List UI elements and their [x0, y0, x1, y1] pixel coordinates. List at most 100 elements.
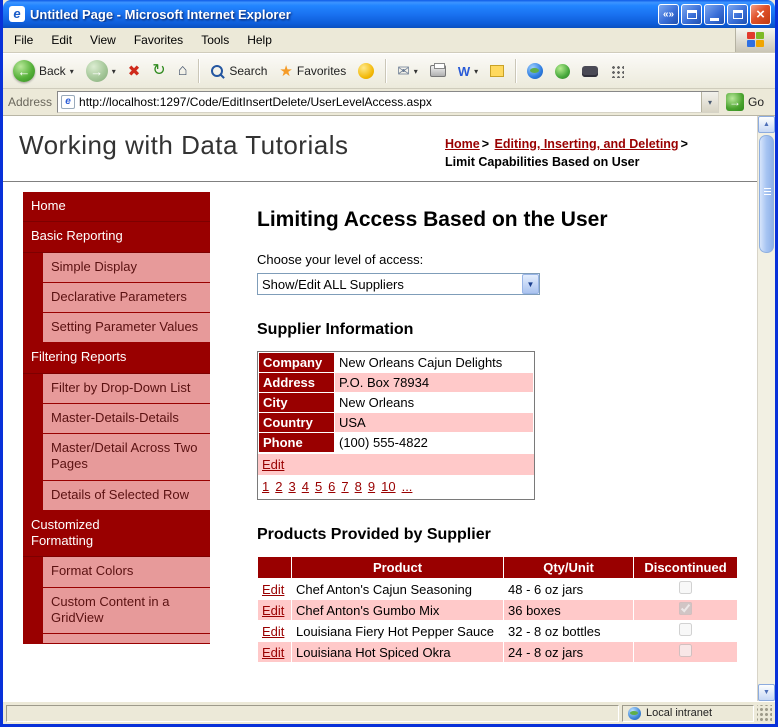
header-cell-qty: Qty/Unit — [503, 556, 634, 579]
discuss-button[interactable] — [485, 62, 509, 80]
breadcrumb: Home > Editing, Inserting, and Deleting > … — [445, 130, 747, 171]
forward-button[interactable]: → ▾ — [81, 57, 121, 85]
resize-grip[interactable] — [757, 704, 772, 722]
sidebar-item-filtering-reports[interactable]: Filtering Reports — [23, 343, 210, 374]
sidebar-item-master-details-details[interactable]: Master-Details-Details — [43, 403, 210, 434]
maximize-glyph — [732, 9, 743, 19]
standard-toolbar: ← Back ▾ → ▾ ✖ ↻ ⌂ Search ★ Favorites ✉ … — [3, 53, 775, 89]
menu-view[interactable]: View — [81, 29, 125, 51]
edit-link[interactable]: Edit — [262, 603, 284, 618]
products-table: Product Qty/Unit Discontinued Edit Chef … — [257, 556, 738, 663]
window-glyph — [686, 9, 697, 19]
scrollbar-thumb[interactable] — [759, 135, 774, 253]
toolbar-separator — [515, 59, 517, 83]
messenger-button[interactable] — [550, 61, 575, 82]
go-arrow-icon: → — [725, 93, 744, 111]
security-zone-panel: Local intranet — [622, 704, 754, 722]
menu-favorites[interactable]: Favorites — [125, 29, 192, 51]
browser-viewport: Working with Data Tutorials Home > Editin… — [3, 116, 775, 701]
access-level-value: Show/Edit ALL Suppliers — [262, 276, 404, 292]
edit-link[interactable]: Edit — [262, 645, 284, 660]
edit-link[interactable]: Edit — [262, 457, 284, 472]
vertical-scrollbar[interactable]: ▲ ▼ — [757, 116, 775, 701]
search-button[interactable]: Search — [205, 61, 272, 82]
refresh-icon: ↻ — [152, 62, 166, 79]
extra-window-button-chevrons[interactable]: «» — [658, 3, 679, 25]
sidebar-item-custom-content-gridview[interactable]: Custom Content in a GridView — [43, 587, 210, 634]
page-link-5[interactable]: 5 — [315, 479, 322, 494]
sidebar-item-format-colors[interactable]: Format Colors — [43, 557, 210, 588]
home-button[interactable]: ⌂ — [173, 60, 193, 82]
menu-tools[interactable]: Tools — [192, 29, 238, 51]
edit-link[interactable]: Edit — [262, 624, 284, 639]
sidebar-item-simple-display[interactable]: Simple Display — [43, 252, 210, 283]
page-link-3[interactable]: 3 — [288, 479, 295, 494]
forward-dropdown-icon[interactable]: ▾ — [112, 67, 116, 76]
page-link-2[interactable]: 2 — [275, 479, 282, 494]
media-button[interactable] — [353, 60, 379, 82]
extra-window-button[interactable] — [681, 3, 702, 25]
minimize-button[interactable] — [704, 3, 725, 25]
sidebar-item-basic-reporting[interactable]: Basic Reporting — [23, 222, 210, 253]
product-name-cell: Chef Anton's Cajun Seasoning — [291, 578, 504, 600]
scroll-down-button[interactable]: ▼ — [758, 684, 775, 701]
print-button[interactable] — [425, 62, 451, 80]
field-value-cell: New Orleans — [334, 392, 534, 413]
edit-dropdown-icon[interactable]: ▾ — [474, 67, 478, 76]
sidebar-item-clipped[interactable] — [43, 634, 210, 644]
research-button[interactable] — [577, 63, 603, 80]
page-link-more[interactable]: ... — [402, 479, 413, 494]
mail-dropdown-icon[interactable]: ▾ — [414, 67, 418, 76]
window-controls: «» × — [658, 3, 771, 25]
page-link-4[interactable]: 4 — [302, 479, 309, 494]
mail-button[interactable]: ✉ ▾ — [392, 61, 423, 82]
discontinued-checkbox — [679, 623, 692, 636]
edit-link[interactable]: Edit — [262, 582, 284, 597]
sidebar-item-details-of-selected-row[interactable]: Details of Selected Row — [43, 480, 210, 511]
product-name-cell: Louisiana Hot Spiced Okra — [291, 641, 504, 663]
sidebar-item-declarative-parameters[interactable]: Declarative Parameters — [43, 282, 210, 313]
sidebar-item-home[interactable]: Home — [23, 192, 210, 223]
breadcrumb-link-section[interactable]: Editing, Inserting, and Deleting — [495, 137, 679, 151]
stop-button[interactable]: ✖ — [123, 61, 146, 82]
edit-button[interactable]: W ▾ — [453, 62, 483, 81]
globe-button[interactable] — [522, 60, 548, 82]
chevron-down-icon[interactable]: ▼ — [522, 274, 539, 294]
address-dropdown-button[interactable]: ▾ — [700, 92, 718, 112]
menu-help[interactable]: Help — [238, 29, 281, 51]
mail-icon: ✉ — [397, 62, 410, 80]
close-button[interactable]: × — [750, 3, 771, 25]
breadcrumb-link-home[interactable]: Home — [445, 137, 480, 151]
page-link-9[interactable]: 9 — [368, 479, 375, 494]
address-input[interactable]: e http://localhost:1297/Code/EditInsertD… — [57, 91, 719, 113]
page-link-8[interactable]: 8 — [355, 479, 362, 494]
toolbar-separator — [385, 59, 387, 83]
favorites-button[interactable]: ★ Favorites — [274, 61, 351, 82]
maximize-button[interactable] — [727, 3, 748, 25]
refresh-button[interactable]: ↻ — [147, 60, 170, 82]
grid-button[interactable] — [605, 61, 629, 81]
menu-file[interactable]: File — [5, 29, 42, 51]
window-title: Untitled Page - Microsoft Internet Explo… — [30, 6, 291, 22]
title-bar[interactable]: e Untitled Page - Microsoft Internet Exp… — [3, 0, 775, 28]
page-link-6[interactable]: 6 — [328, 479, 335, 494]
discuss-icon — [490, 65, 505, 77]
table-row: Company New Orleans Cajun Delights — [258, 352, 534, 373]
go-button[interactable]: → Go — [724, 92, 770, 112]
page-link-10[interactable]: 10 — [381, 479, 395, 494]
sidebar-item-customized-formatting[interactable]: Customized Formatting — [23, 510, 210, 558]
access-level-dropdown[interactable]: Show/Edit ALL Suppliers ▼ — [257, 273, 540, 295]
sidebar-item-setting-parameter-values[interactable]: Setting Parameter Values — [43, 313, 210, 344]
sidebar-item-master-detail-two-pages[interactable]: Master/Detail Across Two Pages — [43, 434, 210, 481]
back-dropdown-icon[interactable]: ▾ — [70, 67, 74, 76]
sidebar-item-filter-by-dropdown-list[interactable]: Filter by Drop-Down List — [43, 373, 210, 404]
scroll-up-button[interactable]: ▲ — [758, 116, 775, 133]
address-url[interactable]: http://localhost:1297/Code/EditInsertDel… — [79, 95, 697, 109]
page-link-7[interactable]: 7 — [341, 479, 348, 494]
supplier-edit-row: Edit — [258, 453, 534, 475]
page-link-1[interactable]: 1 — [262, 479, 269, 494]
menu-edit[interactable]: Edit — [42, 29, 81, 51]
back-button[interactable]: ← Back ▾ — [8, 57, 79, 85]
minimize-glyph — [710, 17, 719, 21]
scrollbar-track[interactable] — [758, 133, 775, 684]
